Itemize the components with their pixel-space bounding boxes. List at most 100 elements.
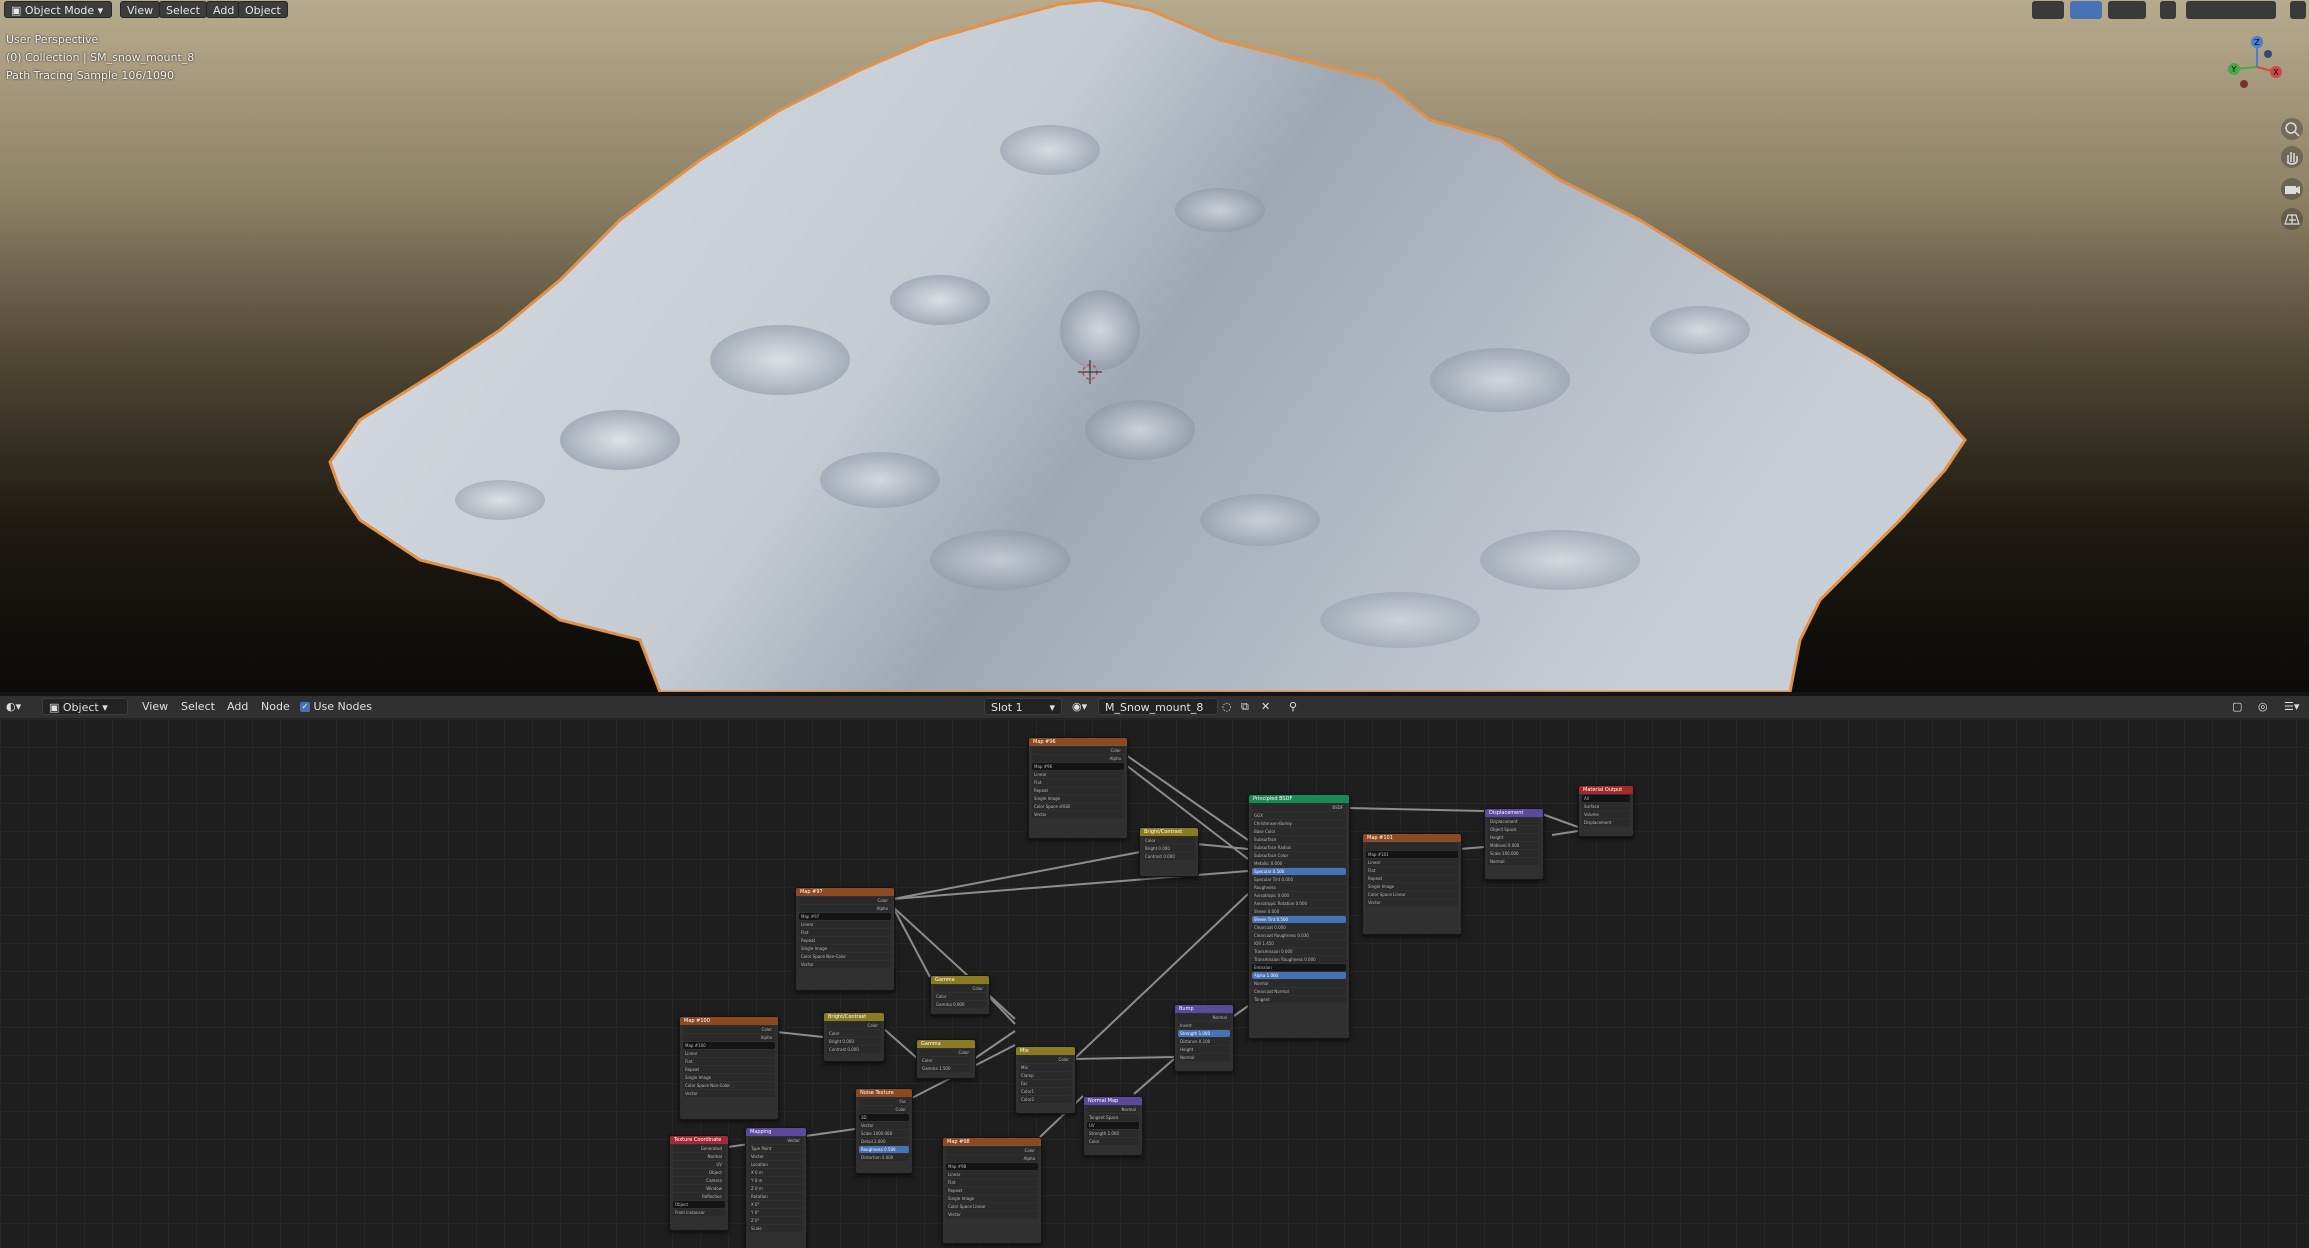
source-field[interactable]: Single Image (1366, 883, 1458, 890)
extension-field[interactable]: Repeat (1032, 787, 1124, 794)
sidebar-toggle-icon[interactable]: ☰▾ (2284, 698, 2299, 715)
node-menu-add[interactable]: Add (227, 698, 248, 715)
editor-type-dropdown[interactable]: ◐▾ (6, 698, 36, 715)
xray-toggle[interactable] (2160, 1, 2176, 19)
color-space-field[interactable]: Color Space Linear (946, 1203, 1038, 1210)
location-y-field[interactable]: Y 0 m (749, 1177, 803, 1184)
clearcoat-field[interactable]: Clearcoat 0.000 (1252, 924, 1346, 931)
node-mix-rgb[interactable]: Mix Color Mix Clamp Fac Color1 Color2 (1015, 1046, 1076, 1114)
slot-dropdown[interactable]: Slot 1 ▾ (984, 698, 1062, 715)
contrast-field[interactable]: Contrast 0.000 (1143, 853, 1195, 860)
roughness-field[interactable]: Roughness 0.500 (859, 1146, 909, 1153)
bright-field[interactable]: Bright 0.000 (1143, 845, 1195, 852)
interpolation-field[interactable]: Linear (683, 1050, 775, 1057)
menu-view[interactable]: View (120, 1, 161, 18)
anisotropic-rotation-field[interactable]: Anisotropic Rotation 0.000 (1252, 900, 1346, 907)
projection-field[interactable]: Flat (1366, 867, 1458, 874)
node-gamma-1[interactable]: Gamma Color Color Gamma 0.000 (930, 975, 990, 1015)
extension-field[interactable]: Repeat (1366, 875, 1458, 882)
distortion-field[interactable]: Distortion 0.000 (859, 1154, 909, 1161)
space-field[interactable]: Object Space (1488, 826, 1540, 833)
source-field[interactable]: Single Image (1032, 795, 1124, 802)
projection-field[interactable]: Flat (946, 1179, 1038, 1186)
node-editor-canvas[interactable]: Map #96 Color Alpha Map #96 Linear Flat … (0, 719, 2309, 1248)
rotation-y-field[interactable]: Y 0° (749, 1209, 803, 1216)
anisotropic-field[interactable]: Anisotropic 0.000 (1252, 892, 1346, 899)
node-menu-view[interactable]: View (142, 698, 168, 715)
sheen-field[interactable]: Sheen 0.000 (1252, 908, 1346, 915)
node-image-texture-top[interactable]: Map #96 Color Alpha Map #96 Linear Flat … (1028, 737, 1128, 839)
gamma-field[interactable]: Gamma 1.500 (920, 1065, 972, 1072)
image-field[interactable]: Map #98 (946, 1163, 1038, 1170)
scale-field[interactable]: Scale 1000.000 (859, 1130, 909, 1137)
space-field[interactable]: Tangent Space (1087, 1114, 1139, 1121)
node-mapping[interactable]: Mapping Vector Type Point Vector Locatio… (745, 1127, 807, 1248)
target-field[interactable]: All (1582, 795, 1630, 802)
node-principled-bsdf[interactable]: Principled BSDF BSDF GGX Christensen-Bur… (1248, 794, 1350, 1039)
clamp-checkbox[interactable]: Clamp (1019, 1072, 1072, 1079)
node-image-texture-left[interactable]: Map #100 Color Alpha Map #100 Linear Fla… (679, 1016, 779, 1120)
rotation-z-field[interactable]: Z 0° (749, 1217, 803, 1224)
ior-field[interactable]: IOR 1.450 (1252, 940, 1346, 947)
rotation-x-field[interactable]: X 0° (749, 1201, 803, 1208)
interpolation-field[interactable]: Linear (1032, 771, 1124, 778)
node-bright-contrast-2[interactable]: Bright/Contrast Color Color Bright 0.000… (823, 1012, 885, 1062)
backdrop-icon[interactable]: ▢ (2232, 698, 2242, 715)
menu-add[interactable]: Add (206, 1, 242, 18)
uv-map-field[interactable]: UV (1087, 1122, 1139, 1129)
zoom-icon[interactable] (2281, 118, 2303, 140)
node-image-texture-displacement[interactable]: Map #101 Map #101 Linear Flat Repeat Sin… (1362, 833, 1462, 935)
node-texture-coordinate[interactable]: Texture Coordinate Generated Normal UV O… (669, 1135, 729, 1231)
object-dropdown[interactable]: ▣ Object ▾ (42, 698, 128, 715)
midlevel-field[interactable]: Midlevel 0.000 (1488, 842, 1540, 849)
node-noise-texture[interactable]: Noise Texture Fac Color 3D Vector Scale … (855, 1088, 913, 1174)
extension-field[interactable]: Repeat (799, 937, 891, 944)
scale-field[interactable]: Scale 100.000 (1488, 850, 1540, 857)
transmission-field[interactable]: Transmission 0.000 (1252, 948, 1346, 955)
image-field[interactable]: Map #97 (799, 913, 891, 920)
menu-select[interactable]: Select (159, 1, 207, 18)
source-field[interactable]: Single Image (799, 945, 891, 952)
material-browse-icon[interactable]: ◉▾ (1072, 698, 1087, 715)
specular-tint-field[interactable]: Specular Tint 0.000 (1252, 876, 1346, 883)
use-nodes-toggle[interactable]: ✓ Use Nodes (300, 698, 372, 715)
node-image-texture-mid[interactable]: Map #97 Color Alpha Map #97 Linear Flat … (795, 887, 895, 991)
pin-icon[interactable]: ⚲ (1289, 698, 1297, 715)
detail-field[interactable]: Detail 2.000 (859, 1138, 909, 1145)
image-field[interactable]: Map #96 (1032, 763, 1124, 770)
from-instancer-checkbox[interactable]: From Instancer (673, 1209, 725, 1216)
source-field[interactable]: Single Image (946, 1195, 1038, 1202)
panel-toggle[interactable] (2290, 1, 2306, 19)
bright-field[interactable]: Bright 0.000 (827, 1038, 881, 1045)
menu-object[interactable]: Object (238, 1, 288, 18)
color-space-field[interactable]: Color Space Non-Color (683, 1082, 775, 1089)
unlink-material-icon[interactable]: ✕ (1261, 698, 1270, 715)
3d-viewport[interactable]: ▣ Object Mode ▾ View Select Add Object U… (0, 0, 2309, 692)
fake-user-icon[interactable]: ◌ (1222, 698, 1232, 715)
gizmo-toggle[interactable] (2070, 1, 2102, 19)
subsurface-method-field[interactable]: Christensen-Burley (1252, 820, 1346, 827)
interpolation-field[interactable]: Linear (1366, 859, 1458, 866)
extension-field[interactable]: Repeat (683, 1066, 775, 1073)
transmission-roughness-field[interactable]: Transmission Roughness 0.000 (1252, 956, 1346, 963)
interpolation-field[interactable]: Linear (799, 921, 891, 928)
location-z-field[interactable]: Z 0 m (749, 1185, 803, 1192)
dimensions-field[interactable]: 3D (859, 1114, 909, 1121)
node-normal-map[interactable]: Normal Map Normal Tangent Space UV Stren… (1083, 1096, 1143, 1156)
material-name-field[interactable]: M_Snow_mount_8 (1098, 698, 1218, 715)
distance-field[interactable]: Distance 0.100 (1178, 1038, 1230, 1045)
pan-hand-icon[interactable] (2281, 146, 2303, 168)
node-gamma-2[interactable]: Gamma Color Color Gamma 1.500 (916, 1039, 976, 1079)
use-nodes-checkbox[interactable]: ✓ (300, 702, 310, 712)
gamma-field[interactable]: Gamma 0.000 (934, 1001, 986, 1008)
source-field[interactable]: Single Image (683, 1074, 775, 1081)
type-field[interactable]: Type Point (749, 1145, 803, 1152)
invert-checkbox[interactable]: Invert (1178, 1022, 1230, 1029)
interpolation-field[interactable]: Linear (946, 1171, 1038, 1178)
object-field[interactable]: Object (673, 1201, 725, 1208)
node-displacement[interactable]: Displacement Displacement Object Space H… (1484, 808, 1544, 880)
distribution-field[interactable]: GGX (1252, 812, 1346, 819)
alpha-field[interactable]: Alpha 1.000 (1252, 972, 1346, 979)
specular-field[interactable]: Specular 0.500 (1252, 868, 1346, 875)
projection-field[interactable]: Flat (799, 929, 891, 936)
